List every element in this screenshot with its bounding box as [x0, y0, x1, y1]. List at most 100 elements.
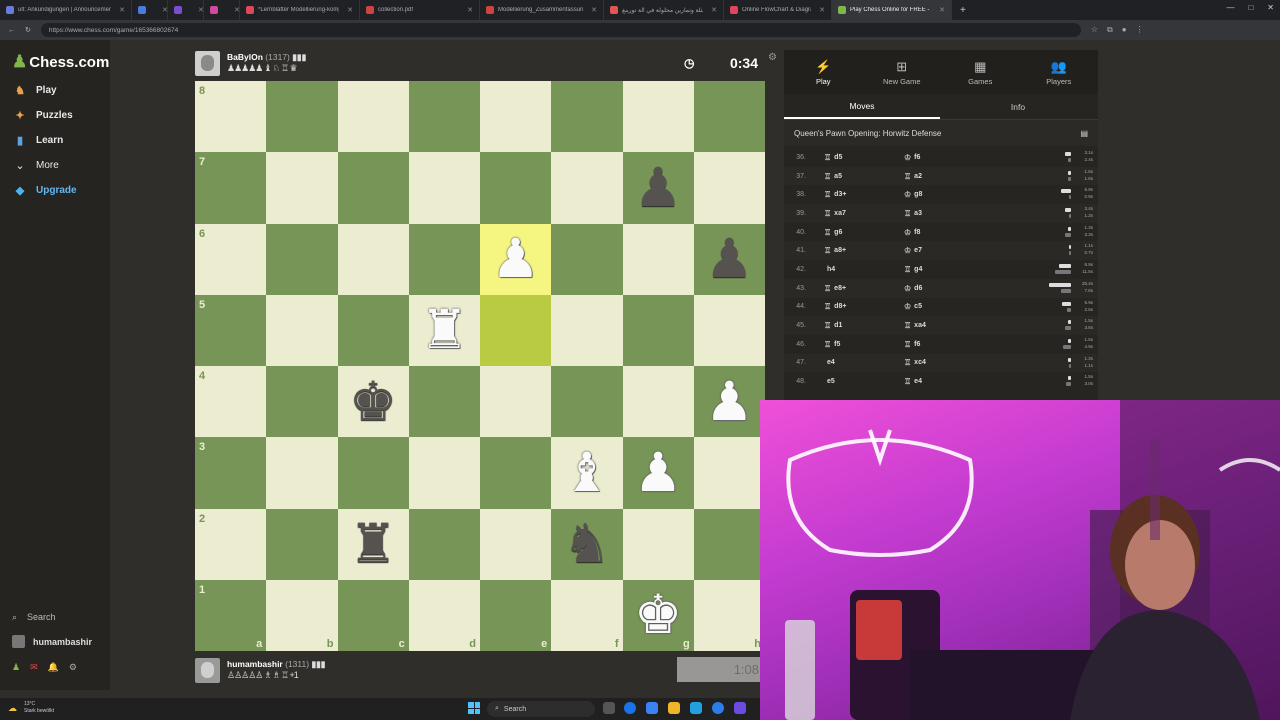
square-h7[interactable]	[693, 152, 765, 224]
square-e6[interactable]: ♟	[480, 223, 552, 295]
panel-tab-players[interactable]: 👥 Players	[1020, 50, 1099, 94]
opening-name[interactable]: Queen's Pawn Opening: Horwitz Defense	[794, 129, 941, 138]
browser-tab[interactable]: ult: Ankündigungen | Announcement ✕	[0, 0, 132, 20]
square-d3[interactable]	[408, 437, 480, 509]
star-icon[interactable]: ☆	[1091, 25, 1098, 35]
tab-moves[interactable]: Moves	[784, 94, 940, 119]
tab-close-icon[interactable]: ✕	[234, 6, 239, 14]
sidebar-user[interactable]: humambashir	[12, 635, 92, 648]
taskbar-search[interactable]: ⌕ Search	[487, 701, 595, 717]
square-h4[interactable]: ♟	[693, 366, 765, 438]
black-move[interactable]: ♔ d6	[904, 284, 964, 293]
square-d2[interactable]	[408, 508, 480, 580]
tab-close-icon[interactable]: ✕	[162, 6, 167, 14]
square-e4[interactable]	[480, 366, 552, 438]
notifications-icon[interactable]: 🔔	[48, 662, 59, 673]
sidebar-search[interactable]: ⌕ Search	[12, 612, 56, 623]
maximize-icon[interactable]: □	[1248, 3, 1253, 12]
white-move[interactable]: h4	[824, 266, 884, 273]
menu-icon[interactable]: ⋮	[1136, 25, 1144, 35]
black-move[interactable]: ♔ e7	[904, 246, 964, 255]
square-a8[interactable]: 8	[195, 81, 267, 153]
square-g8[interactable]	[622, 81, 694, 153]
square-a5[interactable]: 5	[195, 294, 267, 366]
self-avatar[interactable]	[195, 657, 220, 683]
white-move[interactable]: e5	[824, 378, 884, 385]
browser-tab[interactable]: collection.pdf ✕	[360, 0, 480, 20]
browser-tab[interactable]: *Lernblätter Modellierung-komp ✕	[240, 0, 360, 20]
white-piece-h4[interactable]: ♟	[705, 374, 753, 429]
self-name[interactable]: humambashir (1311) ▮▮▮	[227, 659, 326, 670]
black-move[interactable]: ♖ f6	[904, 340, 964, 349]
square-d8[interactable]	[408, 81, 480, 153]
sidebar-item-play[interactable]: ♞ Play	[12, 84, 57, 97]
black-piece-g7[interactable]: ♟	[634, 160, 682, 215]
square-c5[interactable]	[337, 294, 409, 366]
black-move[interactable]: ♔ g8	[904, 190, 964, 199]
sidebar-item-learn[interactable]: ▮ Learn	[12, 134, 63, 147]
white-move[interactable]: ♖ g6	[824, 228, 884, 237]
white-move[interactable]: e4	[824, 359, 884, 366]
black-move[interactable]: ♖ e4	[904, 377, 964, 386]
white-move[interactable]: ♖ d1	[824, 321, 884, 330]
white-move[interactable]: ♖ a8+	[824, 246, 884, 255]
black-move[interactable]: ♖ xc4	[904, 358, 964, 367]
square-b3[interactable]	[266, 437, 338, 509]
square-h2[interactable]	[693, 508, 765, 580]
black-move[interactable]: ♖ a2	[904, 172, 964, 181]
tab-close-icon[interactable]: ✕	[939, 6, 945, 14]
board-settings-icon[interactable]: ⚙	[768, 52, 777, 63]
square-e8[interactable]	[480, 81, 552, 153]
sidebar-item-more[interactable]: ⌄ More	[12, 159, 58, 172]
square-g2[interactable]	[622, 508, 694, 580]
square-a4[interactable]: 4	[195, 366, 267, 438]
url-field[interactable]: https://www.chess.com/game/165366802674	[40, 23, 1081, 37]
discord-icon[interactable]	[734, 702, 746, 714]
square-f2[interactable]: ♞	[551, 508, 623, 580]
square-b6[interactable]	[266, 223, 338, 295]
black-move[interactable]: ♖ xa4	[904, 321, 964, 330]
black-move[interactable]: ♔ c5	[904, 302, 964, 311]
messages-icon[interactable]: ✉	[30, 662, 38, 673]
tab-close-icon[interactable]: ✕	[591, 6, 597, 14]
square-c4[interactable]: ♚	[337, 366, 409, 438]
browser-tab[interactable]: ✕	[168, 0, 204, 20]
tab-info[interactable]: Info	[940, 94, 1096, 119]
reload-icon[interactable]: ↻	[25, 26, 31, 34]
browser-tab[interactable]: Online FlowChart & Diagrams Edit ✕	[724, 0, 832, 20]
square-d1[interactable]: d	[408, 579, 480, 651]
browser-tab[interactable]: ✕	[204, 0, 240, 20]
square-f8[interactable]	[551, 81, 623, 153]
close-icon[interactable]: ✕	[1267, 3, 1274, 12]
square-b1[interactable]: b	[266, 579, 338, 651]
square-f5[interactable]	[551, 294, 623, 366]
square-a7[interactable]: 7	[195, 152, 267, 224]
square-b4[interactable]	[266, 366, 338, 438]
chess-logo[interactable]: ♟ Chess.com	[12, 52, 109, 72]
browser-tab[interactable]: Play Chess Online for FREE - 2 Pla ✕	[832, 0, 952, 20]
square-h5[interactable]	[693, 294, 765, 366]
square-g3[interactable]: ♟	[622, 437, 694, 509]
square-e7[interactable]	[480, 152, 552, 224]
square-e1[interactable]: e	[480, 579, 552, 651]
square-h1[interactable]: h	[693, 579, 765, 651]
book-icon[interactable]: ▤	[1080, 129, 1088, 138]
settings-icon[interactable]: ⚙	[69, 662, 77, 673]
square-g6[interactable]	[622, 223, 694, 295]
square-b5[interactable]	[266, 294, 338, 366]
new-tab-icon[interactable]: +	[952, 5, 974, 16]
black-piece-c4[interactable]: ♚	[349, 374, 397, 429]
chess-board[interactable]: 8 7 ♟ 6 ♟ ♟ 5 ♜ 4 ♚ ♟ 3 ♝ ♟ 2 ♜ ♞ 1 a b c d e f g ♚ h	[195, 81, 765, 651]
profile-icon[interactable]: ●	[1122, 25, 1127, 35]
tab-close-icon[interactable]: ✕	[711, 6, 717, 14]
square-d6[interactable]	[408, 223, 480, 295]
back-icon[interactable]: ←	[8, 27, 15, 34]
task-view-icon[interactable]	[603, 702, 615, 714]
minimize-icon[interactable]: —	[1226, 3, 1234, 12]
square-f4[interactable]	[551, 366, 623, 438]
white-move[interactable]: ♖ d8+	[824, 302, 884, 311]
square-a1[interactable]: 1a	[195, 579, 267, 651]
square-h3[interactable]	[693, 437, 765, 509]
square-a6[interactable]: 6	[195, 223, 267, 295]
friends-icon[interactable]: ♟	[12, 662, 20, 673]
